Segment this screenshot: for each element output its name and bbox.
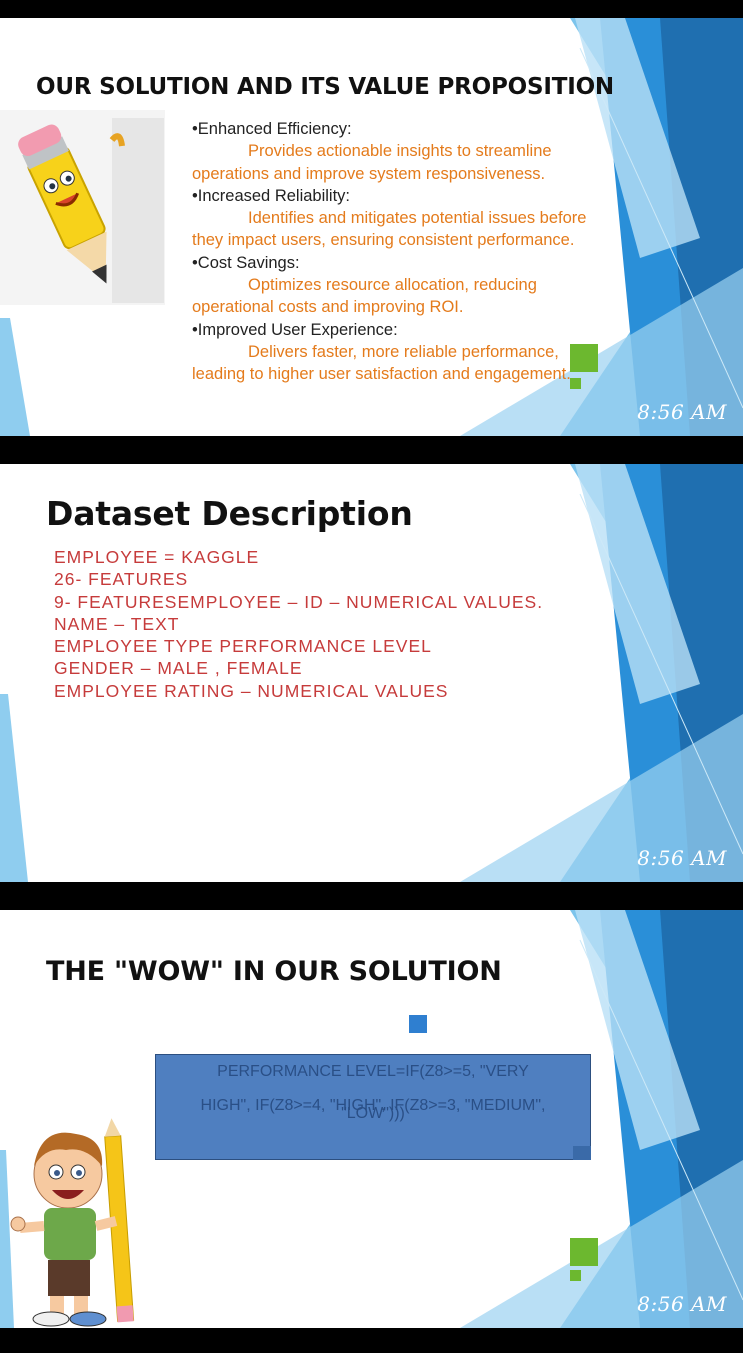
- bullet-increased-reliability: •Increased Reliability: Identifies and m…: [192, 186, 587, 250]
- formula-box: PERFORMANCE LEVEL=IF(Z8>=5, "VERY HIGH",…: [155, 1054, 591, 1160]
- slide-wow-solution: THE "WOW" IN OUR SOLUTION PERFORMANCE LE…: [0, 910, 743, 1328]
- slide-title: THE "WOW" IN OUR SOLUTION: [46, 956, 502, 987]
- folded-corner: [573, 1146, 591, 1160]
- timestamp: 8:56 AM: [637, 400, 727, 424]
- dataset-line: EMPLOYEE TYPE PERFORMANCE LEVEL: [54, 636, 432, 657]
- green-square-decoration: [570, 344, 598, 372]
- slide-dataset-description: Dataset Description EMPLOYEE = KAGGLE 26…: [0, 464, 743, 882]
- dataset-line: 9- FEATURESEMPLOYEE – ID – NUMERICAL VAL…: [54, 591, 544, 612]
- blue-square-decoration: [409, 1015, 427, 1033]
- slide-value-proposition: OUR SOLUTION AND ITS VALUE PROPOSITION •…: [0, 18, 743, 436]
- timestamp: 8:56 AM: [637, 1292, 727, 1316]
- dataset-lines: EMPLOYEE = KAGGLE 26- FEATURES 9- FEATUR…: [54, 546, 543, 702]
- formula-line: "LOW"))): [341, 1105, 405, 1122]
- dataset-line: 26- FEATURES: [54, 569, 189, 590]
- green-square-decoration: [570, 1270, 581, 1281]
- timestamp: 8:56 AM: [637, 846, 727, 870]
- dataset-line: GENDER – MALE , FEMALE: [54, 658, 303, 679]
- dataset-line: EMPLOYEE RATING – NUMERICAL VALUES: [54, 680, 449, 701]
- formula-line: PERFORMANCE LEVEL=IF(Z8>=5, "VERY: [217, 1063, 529, 1080]
- slide-title: OUR SOLUTION AND ITS VALUE PROPOSITION: [36, 74, 614, 100]
- pencil-mascot-icon: [0, 110, 165, 305]
- dataset-line: NAME – TEXT: [54, 613, 180, 634]
- green-square-decoration: [570, 1238, 598, 1266]
- dataset-line: EMPLOYEE = KAGGLE: [54, 547, 260, 567]
- bullet-enhanced-efficiency: •Enhanced Efficiency: Provides actionabl…: [192, 120, 552, 183]
- bullet-cost-savings: •Cost Savings: Optimizes resource alloca…: [192, 253, 537, 317]
- slide-title: Dataset Description: [46, 494, 413, 533]
- boy-with-pencil-mascot-icon: [10, 1118, 135, 1327]
- green-square-decoration: [570, 378, 581, 389]
